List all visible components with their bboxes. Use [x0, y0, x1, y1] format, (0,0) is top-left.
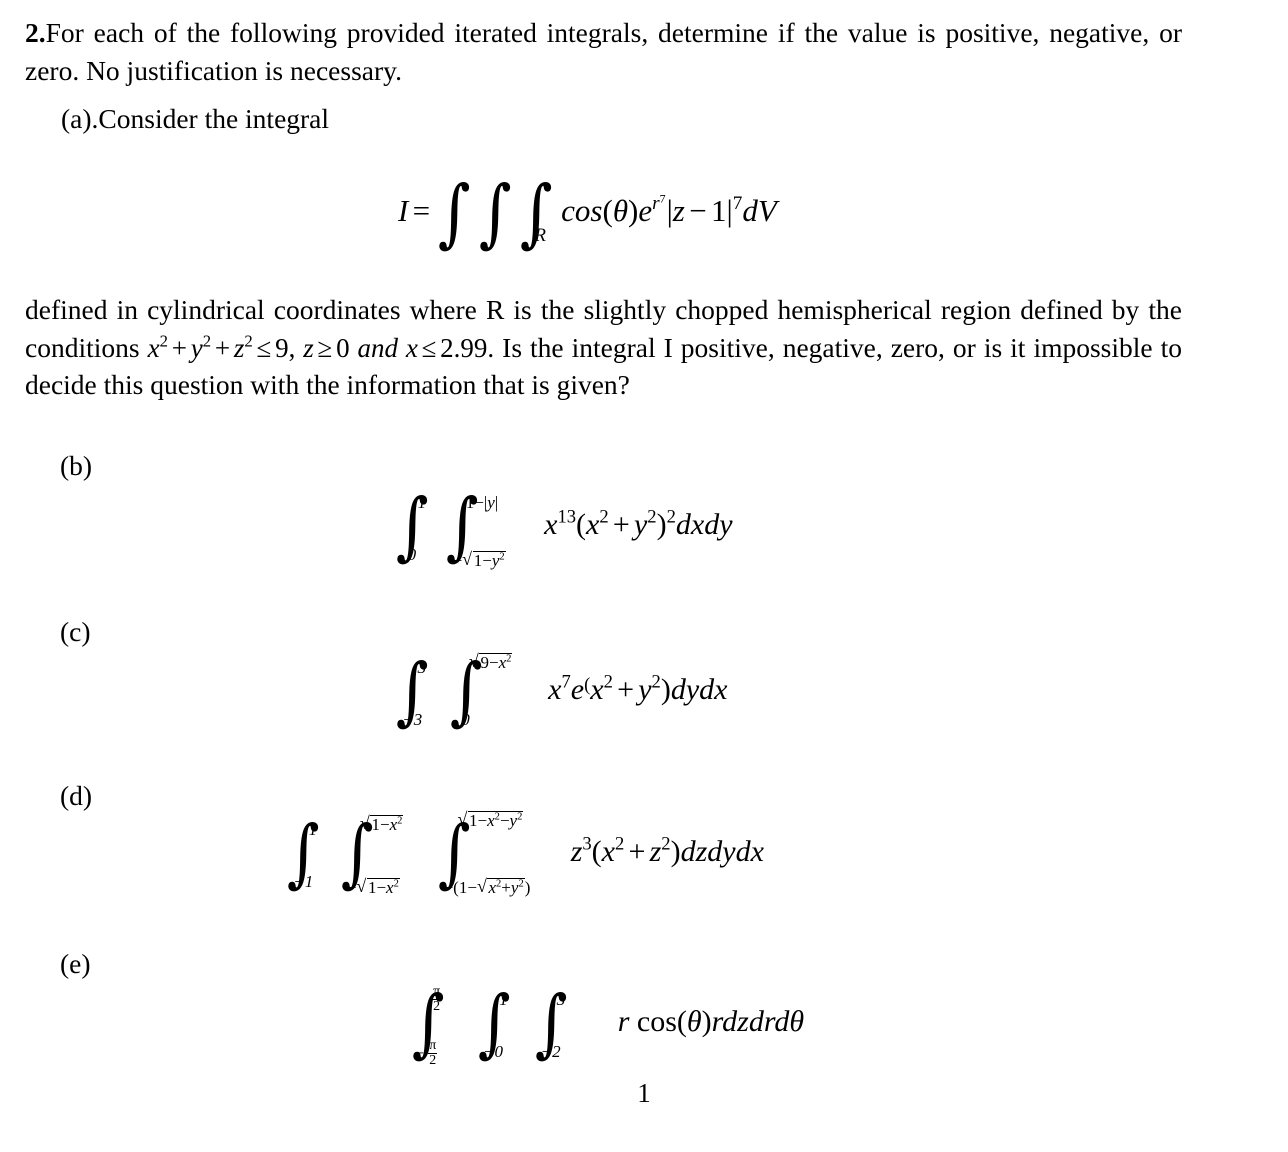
integral-sign: ∫ 3 −3	[395, 648, 429, 734]
document-page: 2.For each of the following provided ite…	[0, 0, 1288, 1152]
integral-sign-region: ∫ R	[519, 170, 553, 256]
integral-sign: ∫ 1−x2−y2 −(1−x2+y2)	[435, 810, 530, 896]
part-d-integrand: z3(x2 + z2)dzdydx	[570, 833, 764, 869]
integral-lower-limit: −3	[402, 710, 423, 729]
part-b-formula: ∫ 1 0 ∫ 1−|y| −1−y2 x13(x2+y2)2dxdy	[392, 483, 733, 569]
integral-lower-limit: − π2	[414, 1037, 438, 1068]
question-intro-text: For each of the following provided itera…	[25, 17, 1182, 86]
part-c-formula: ∫ 3 −3 ∫ 9−x2 0 x7e(x2+y2)dydx	[392, 648, 728, 734]
integral-upper-limit: 3	[556, 990, 566, 1009]
question-intro-paragraph: 2.For each of the following provided ite…	[25, 14, 1182, 89]
integral-lower-limit: −2	[540, 1042, 561, 1061]
integral-sign: ∫ 1−|y| −1−y2	[443, 489, 506, 569]
integral-lower-limit: −1	[293, 872, 314, 891]
part-e-label: (e)	[60, 948, 91, 979]
integral-lower-limit: −0	[483, 1042, 504, 1061]
integral-lower-limit: −1−y2	[453, 550, 506, 569]
page-number: 1	[637, 1078, 651, 1108]
part-d-label: (d)	[60, 780, 93, 811]
part-e-integrand: r cos(θ)rdzdrdθ	[617, 1005, 805, 1039]
integral-upper-limit: 1−x2	[360, 814, 404, 833]
question-number: 2.	[25, 17, 46, 48]
integral-sign: ∫ 1 0	[395, 483, 429, 569]
integral-lower-limit: −1−x2	[347, 877, 400, 896]
integral-upper-limit: 1	[417, 493, 427, 512]
integral-sign: ∫ 1 −1	[286, 810, 320, 896]
integral-sign: ∫	[438, 170, 472, 256]
integral-upper-limit: π2	[432, 984, 442, 1015]
integral-lower-limit: 0	[461, 710, 470, 729]
integral-sign: ∫	[478, 170, 512, 256]
part-e-formula: ∫ π2 − π2 ∫ 1 −0 ∫ 3 −2 r cos(θ)rdzdrdθ	[408, 980, 805, 1068]
integral-upper-limit: 1	[499, 990, 508, 1009]
part-c-label: (c)	[60, 616, 91, 647]
integral-upper-limit: 1	[308, 820, 318, 839]
integral-sign: ∫ 3 −2	[535, 980, 568, 1066]
integral-upper-limit: 1−|y|	[465, 493, 499, 512]
integral-sign: ∫ 9−x2 0	[447, 652, 513, 728]
part-c-integrand: x7e(x2 + y2)dydx	[548, 671, 728, 707]
part-b-label: (b)	[60, 450, 93, 481]
part-a-label: (a).Consider the integral	[61, 103, 330, 134]
part-a-description: defined in cylindrical coordinates where…	[25, 291, 1182, 404]
integral-sign: ∫ 1−x2 −1−x2	[338, 814, 404, 896]
integral-lower-limit: 0	[407, 545, 417, 564]
part-d-formula: ∫ 1 −1 ∫ 1−x2 −1−x2 ∫ 1−x2−y2 −(1−x2+y2)…	[283, 810, 764, 896]
integral-sign: ∫ 1 −0	[477, 980, 511, 1066]
integral-sign: ∫ π2 − π2	[411, 980, 445, 1068]
part-b-integrand: x13(x2 + y2)2dxdy	[544, 506, 733, 542]
integral-lower-limit: −(1−x2+y2)	[444, 877, 531, 896]
integral-upper-limit: 9−x2	[469, 652, 513, 671]
integral-upper-limit: 1−x2−y2	[457, 810, 524, 829]
integral-upper-limit: 3	[417, 658, 427, 677]
part-a-equation: I = ∫ ∫ ∫ Rcos(θ)er7|z −1|7dV	[398, 170, 777, 256]
description-line-1: defined in cylindrical coordinates where…	[25, 294, 932, 325]
region-conditions: x2 + y2 + z2 ≤9, z ≥0 and x ≤2.99.	[147, 331, 495, 363]
